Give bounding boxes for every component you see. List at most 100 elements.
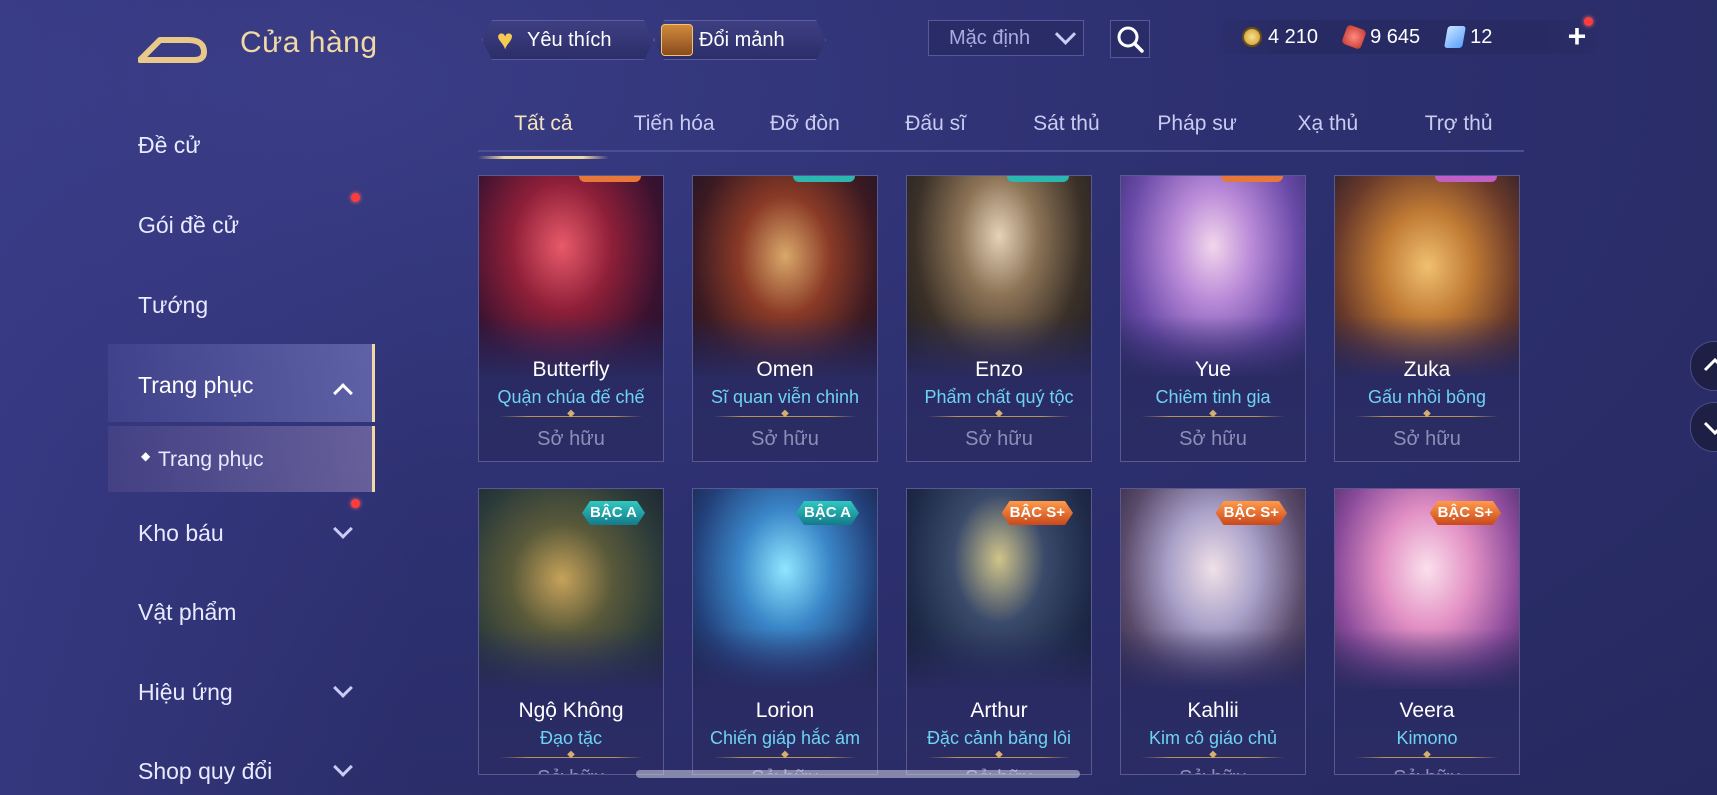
ownership-status: Sở hữu <box>1393 428 1461 450</box>
tab-marksman[interactable]: Xạ thủ <box>1263 108 1394 150</box>
ruby-amount: 9 645 <box>1370 25 1421 48</box>
category-tabs: Tất cả Tiến hóa Đỡ đòn Đấu sĩ Sát thủ Ph… <box>478 108 1524 159</box>
tier-badge: BẬC S+ <box>1430 501 1501 525</box>
skin-name: Phẩm chất quý tộc <box>924 387 1074 407</box>
hero-name: Enzo <box>975 358 1023 381</box>
notification-dot <box>1584 17 1593 26</box>
tier-badge <box>1435 176 1497 182</box>
sidebar-item-skins[interactable]: Trang phục <box>138 372 254 399</box>
heart-icon: ♥ <box>496 24 514 55</box>
tab-support[interactable]: Trợ thủ <box>1393 108 1524 150</box>
ownership-status: Sở hữu <box>1335 767 1519 774</box>
hero-name: Arthur <box>970 699 1028 722</box>
card-divider <box>713 757 857 758</box>
tier-badge <box>1221 176 1283 182</box>
voucher-currency: 12 <box>1444 25 1493 49</box>
sort-dropdown[interactable]: Mặc định <box>928 20 1084 56</box>
sidebar-item-heroes[interactable]: Tướng <box>138 292 208 319</box>
tier-badge: BẬC A <box>796 501 859 525</box>
card-divider <box>1355 757 1499 758</box>
chevron-down-icon <box>1054 23 1077 45</box>
tier-badge: BẬC S+ <box>1216 501 1287 525</box>
ownership-status: Sở hữu <box>965 428 1033 450</box>
skin-name: Chiến giáp hắc ám <box>709 728 861 748</box>
tier-badge <box>793 176 855 182</box>
skin-name: Quận chúa đế chế <box>497 387 645 407</box>
sidebar-item-featured-packs[interactable]: Gói đề cử <box>138 212 239 239</box>
skin-card[interactable]: BẬC A Ngộ Không Đạo tặc Sở hữu <box>478 488 664 775</box>
skin-card[interactable]: Butterfly Quận chúa đế chế Sở hữu <box>478 175 664 462</box>
voucher-icon <box>1444 26 1467 48</box>
sidebar-item-treasure[interactable]: Kho báu <box>138 520 224 547</box>
ownership-status: Sở hữu <box>1121 767 1305 774</box>
hero-name: Butterfly <box>532 358 610 381</box>
search-icon <box>1117 26 1144 53</box>
favorite-button[interactable]: ♥ Yêu thích <box>482 20 654 60</box>
tab-assassin[interactable]: Sát thủ <box>1001 108 1132 150</box>
skin-name: Gấu nhồi bông <box>1367 387 1487 407</box>
tier-badge: BẬC S+ <box>1002 501 1073 525</box>
skin-card[interactable]: Yue Chiêm tinh gia Sở hữu <box>1120 175 1306 462</box>
voucher-amount: 12 <box>1470 25 1493 48</box>
page-title: Cửa hàng <box>240 26 378 59</box>
card-divider <box>927 757 1071 758</box>
hero-name: Kahlii <box>1187 699 1239 722</box>
back-button[interactable] <box>137 26 210 64</box>
skin-name: Kimono <box>1396 728 1458 748</box>
card-divider <box>927 416 1071 417</box>
tab-all[interactable]: Tất cả <box>478 108 609 159</box>
skin-name: Kim cô giáo chủ <box>1148 728 1278 748</box>
card-divider <box>713 416 857 417</box>
notification-dot <box>351 499 360 508</box>
ownership-status: Sở hữu <box>537 428 605 450</box>
skin-card[interactable]: Omen Sĩ quan viễn chinh Sở hữu <box>692 175 878 462</box>
gold-coin-icon <box>1242 27 1262 47</box>
skin-card[interactable]: BẬC S+ Kahlii Kim cô giáo chủ Sở hữu <box>1120 488 1306 775</box>
sidebar-item-exchange-shop[interactable]: Shop quy đổi <box>138 758 272 785</box>
skin-card[interactable]: Enzo Phẩm chất quý tộc Sở hữu <box>906 175 1092 462</box>
sort-value: Mặc định <box>949 26 1031 49</box>
ruby-icon <box>1341 24 1367 50</box>
skin-name: Đạo tặc <box>539 728 603 748</box>
tab-fighter[interactable]: Đấu sĩ <box>870 108 1001 150</box>
sidebar-item-effects[interactable]: Hiệu ứng <box>138 679 233 706</box>
skin-card[interactable]: Zuka Gấu nhồi bông Sở hữu <box>1334 175 1520 462</box>
card-divider <box>1141 757 1285 758</box>
hero-name: Ngộ Không <box>518 699 624 722</box>
skin-card[interactable]: BẬC S+ Arthur Đặc cảnh băng lôi Sở hữu <box>906 488 1092 775</box>
tab-tank[interactable]: Đỡ đòn <box>740 108 871 150</box>
chevron-down-icon <box>1703 421 1717 436</box>
hero-name: Lorion <box>755 699 815 722</box>
card-divider <box>499 757 643 758</box>
skin-card[interactable]: BẬC S+ Veera Kimono Sở hữu <box>1334 488 1520 775</box>
skin-card[interactable]: BẬC A Lorion Chiến giáp hắc ám Sở hữu <box>692 488 878 775</box>
tier-badge <box>1007 176 1069 182</box>
search-button[interactable] <box>1110 20 1150 58</box>
favorite-label: Yêu thích <box>527 28 612 51</box>
tab-evolution[interactable]: Tiến hóa <box>609 108 740 150</box>
scroll-up-button[interactable] <box>1690 341 1717 391</box>
sidebar-item-featured[interactable]: Đề cử <box>138 132 201 159</box>
gold-amount: 4 210 <box>1268 25 1319 48</box>
hero-name: Yue <box>1194 358 1232 381</box>
tier-badge <box>579 176 641 182</box>
home-indicator[interactable] <box>636 770 1080 778</box>
skin-name: Chiêm tinh gia <box>1155 387 1271 407</box>
hero-name: Zuka <box>1403 358 1451 381</box>
card-divider <box>1141 416 1285 417</box>
card-divider <box>499 416 643 417</box>
treasure-chest-icon <box>661 24 693 56</box>
shard-exchange-button[interactable]: Đổi mảnh <box>654 20 826 60</box>
bullet-icon: ◆ <box>141 449 151 463</box>
tab-mage[interactable]: Pháp sư <box>1132 108 1263 150</box>
scroll-down-button[interactable] <box>1690 402 1717 452</box>
ownership-status: Sở hữu <box>751 428 819 450</box>
tier-badge: BẬC A <box>582 501 645 525</box>
currency-bar: 4 210 9 645 12 <box>1222 20 1598 54</box>
hero-name: Omen <box>756 358 814 381</box>
back-arrow-icon <box>137 37 207 63</box>
sidebar-item-items[interactable]: Vật phẩm <box>138 599 236 626</box>
ownership-status: Sở hữu <box>1179 428 1247 450</box>
sidebar-subitem-skins[interactable]: Trang phục <box>158 448 263 472</box>
skin-name: Đặc cảnh băng lôi <box>926 728 1072 748</box>
